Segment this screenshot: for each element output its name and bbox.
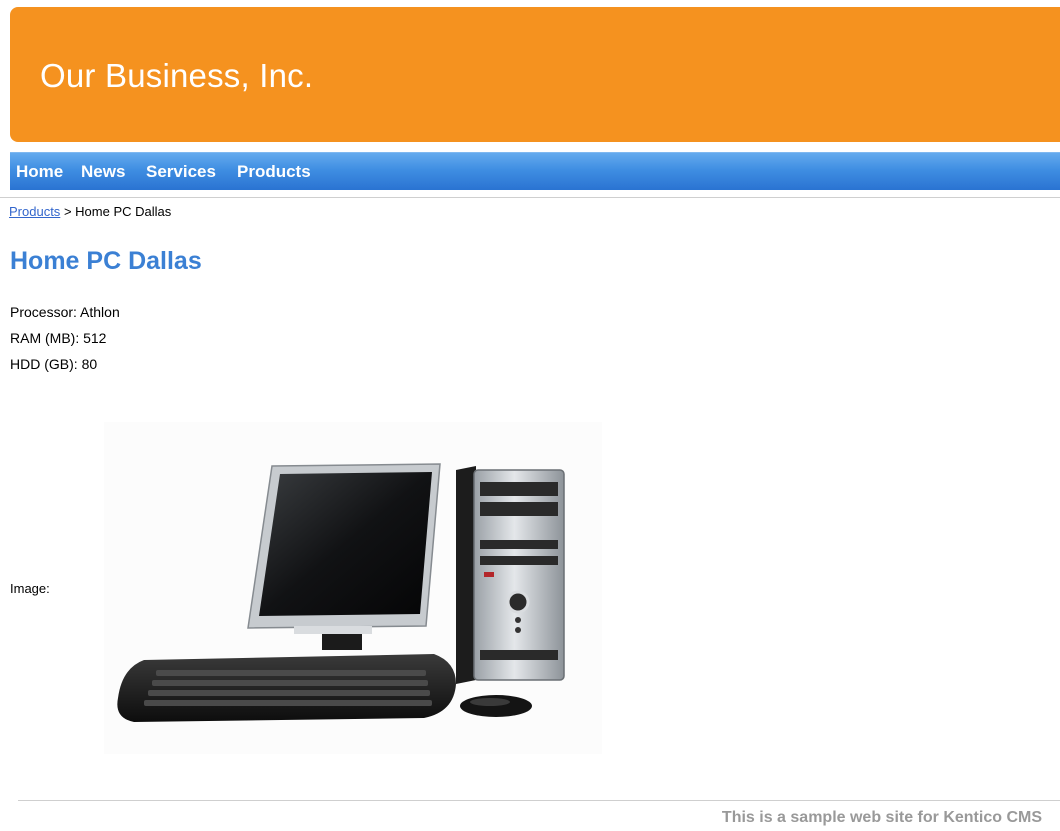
menu-item-news[interactable]: News <box>81 162 125 182</box>
desktop-computer-icon <box>117 463 565 722</box>
site-title: Our Business, Inc. <box>40 57 314 94</box>
spec-hdd: HDD (GB): 80 <box>10 356 97 372</box>
spec-value: 512 <box>83 330 107 346</box>
footer-divider <box>18 800 1060 801</box>
spec-value: 80 <box>81 356 98 372</box>
breadcrumb-separator: > <box>63 204 72 219</box>
breadcrumb-current: Home PC Dallas <box>75 204 172 219</box>
menu-item-home[interactable]: Home <box>16 162 63 182</box>
menu-divider <box>0 197 1060 198</box>
menu-item-services[interactable]: Services <box>146 162 216 182</box>
footer-text: This is a sample web site for Kentico CM… <box>721 809 1042 826</box>
spec-label: RAM (MB): <box>10 330 80 346</box>
spec-label: HDD (GB): <box>10 356 78 372</box>
product-image <box>104 422 602 754</box>
image-label: Image: <box>10 581 50 596</box>
site-header: Our Business, Inc. <box>10 7 1060 142</box>
breadcrumb: Products > Home PC Dallas <box>9 204 171 219</box>
spec-ram: RAM (MB): 512 <box>10 330 106 346</box>
main-menu: Home News Services Products <box>10 152 1060 190</box>
spec-label: Processor: <box>10 304 77 320</box>
spec-value: Athlon <box>80 304 120 320</box>
page-title: Home PC Dallas <box>10 247 202 275</box>
breadcrumb-link-products[interactable]: Products <box>9 204 60 219</box>
spec-processor: Processor: Athlon <box>10 304 120 320</box>
menu-item-products[interactable]: Products <box>237 162 311 182</box>
